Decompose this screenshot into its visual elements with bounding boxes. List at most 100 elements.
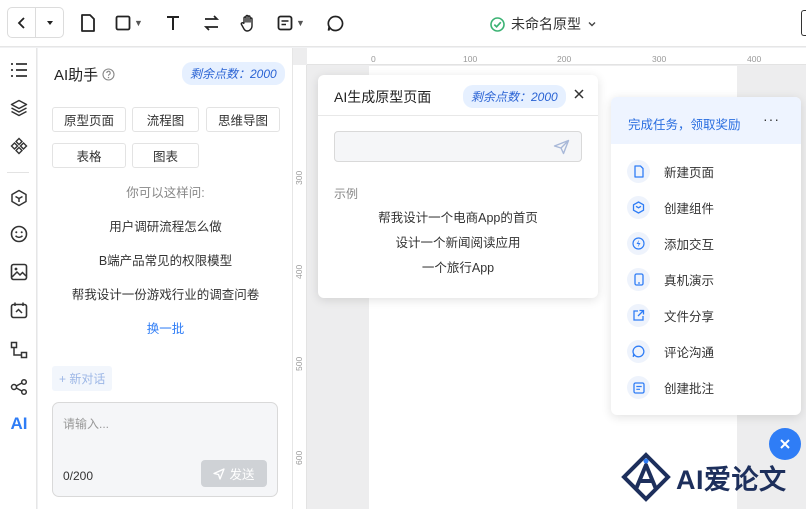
example-item[interactable]: 设计一个新闻阅读应用 [318, 232, 598, 251]
ai-panel-title-text: AI助手 [54, 67, 99, 84]
comment-tool-button[interactable] [327, 12, 344, 34]
document-title[interactable]: 未命名原型 [490, 14, 597, 34]
component-icon [10, 137, 28, 155]
example-item[interactable]: 一个旅行App [318, 257, 598, 276]
component-icon [627, 196, 650, 219]
mindmap-button[interactable] [9, 377, 29, 397]
ruler-top-label: 200 [557, 54, 572, 64]
page-icon [81, 14, 95, 32]
components-button[interactable] [9, 136, 29, 156]
chip-table[interactable]: 表格 [52, 143, 126, 168]
task-item-label: 新建页面 [664, 166, 715, 180]
comment-icon [627, 340, 650, 363]
ai-generate-popup: AI生成原型页面 剩余点数：2000 示例 帮我设计一个电商App的首页 设计一… [318, 75, 598, 298]
hand-tool-button[interactable] [240, 12, 257, 34]
note-tool-button[interactable]: ▼ [277, 12, 305, 34]
task-item-label: 创建批注 [664, 382, 715, 396]
chip-chart[interactable]: 图表 [132, 143, 199, 168]
send-icon[interactable] [553, 139, 570, 155]
task-item-new-page[interactable]: 新建页面 [627, 160, 714, 183]
left-icon-bar: AI [0, 48, 37, 509]
close-button[interactable] [573, 88, 585, 103]
divider [7, 172, 29, 173]
outline-button[interactable] [9, 60, 29, 80]
text-icon [167, 16, 179, 30]
example-item[interactable]: 帮我设计一个电商App的首页 [318, 207, 598, 226]
divider [318, 115, 598, 116]
emoji-button[interactable] [9, 224, 29, 244]
char-count: 0/200 [63, 469, 94, 483]
cube-icon [11, 189, 27, 207]
ruler-left: 300 400 500 600 [293, 65, 307, 509]
ai-assistant-panel: AI助手 剩余点数：2000 原型页面 流程图 思维导图 表格 图表 你可以这样… [38, 48, 293, 509]
help-icon[interactable] [102, 68, 115, 81]
layers-button[interactable] [9, 98, 29, 118]
task-item-label: 添加交互 [664, 238, 715, 252]
ai-icon: AI [10, 414, 28, 433]
more-options-button[interactable]: ··· [763, 111, 780, 127]
image-button[interactable] [9, 262, 29, 282]
phone-icon [627, 268, 650, 291]
flowchart-icon [10, 341, 28, 359]
task-item-file-share[interactable]: 文件分享 [627, 304, 714, 327]
logo-icon [621, 452, 671, 502]
prompt-input[interactable] [334, 131, 582, 162]
ai-assistant-button[interactable]: AI [9, 414, 29, 434]
chat-input[interactable]: 请输入... 0/200 发送 [52, 402, 278, 497]
task-item-comment[interactable]: 评论沟通 [627, 340, 714, 363]
send-button-label: 发送 [229, 468, 255, 482]
rectangle-icon [115, 15, 131, 31]
flowchart-button[interactable] [9, 340, 29, 360]
page-tool-button[interactable] [80, 12, 96, 34]
back-button-group [7, 7, 64, 38]
task-item-device-preview[interactable]: 真机演示 [627, 268, 714, 291]
chip-mindmap[interactable]: 思维导图 [206, 107, 280, 132]
share-icon [627, 304, 650, 327]
comment-icon [327, 15, 344, 31]
check-circle-icon [490, 16, 505, 32]
hint-text: 你可以这样问: [126, 186, 205, 200]
send-icon [213, 467, 226, 480]
suggestion-item[interactable]: 帮我设计一份游戏行业的调查问卷 [38, 284, 293, 303]
text-tool-button[interactable] [165, 12, 181, 34]
chat-input-placeholder: 请输入... [63, 417, 110, 431]
back-menu-button[interactable] [35, 8, 63, 37]
task-item-label: 评论沟通 [664, 346, 715, 360]
suggestion-item[interactable]: B端产品常见的权限模型 [38, 250, 293, 269]
note-icon [277, 15, 293, 31]
task-item-add-interaction[interactable]: 添加交互 [627, 232, 714, 255]
layers-icon [10, 99, 28, 117]
top-toolbar: ▼ ▼ 未命名原型 [0, 0, 806, 47]
chip-prototype-page[interactable]: 原型页面 [52, 107, 126, 132]
suggestion-item[interactable]: 用户调研流程怎么做 [38, 216, 293, 235]
task-reward-panel: 完成任务，领取奖励 ··· 新建页面 创建组件 添加交互 真机演示 文件分享 评… [611, 97, 801, 415]
task-item-annotation[interactable]: 创建批注 [627, 376, 714, 399]
task-item-label: 真机演示 [664, 274, 715, 288]
smiley-icon [10, 225, 28, 243]
chevron-down-icon: ▼ [134, 18, 143, 28]
note-icon [627, 376, 650, 399]
shape-tool-button[interactable]: ▼ [115, 12, 143, 34]
close-icon [574, 89, 584, 99]
back-button[interactable] [8, 8, 35, 37]
new-chat-button[interactable]: + 新对话 [52, 366, 113, 391]
ruler-top-label: 300 [652, 54, 667, 64]
task-item-create-component[interactable]: 创建组件 [627, 196, 714, 219]
image-icon [10, 263, 28, 281]
send-button[interactable]: 发送 [201, 460, 267, 487]
ruler-top-label: 100 [463, 54, 478, 64]
ruler-top: 0 100 200 300 400 [307, 48, 806, 65]
hand-icon [240, 14, 253, 32]
list-icon [11, 63, 27, 77]
connector-tool-button[interactable] [203, 12, 220, 34]
refresh-suggestions-link[interactable]: 换一批 [38, 318, 293, 337]
chip-flowchart[interactable]: 流程图 [132, 107, 199, 132]
icon-library-button[interactable] [9, 300, 29, 320]
ruler-top-label: 0 [371, 54, 376, 64]
window-edge-control[interactable] [801, 10, 806, 36]
icon-set-icon [10, 302, 28, 319]
ai-panel-title: AI助手 [54, 64, 115, 85]
ruler-left-label: 600 [294, 450, 304, 465]
library-button[interactable] [9, 188, 29, 208]
task-panel-header: 完成任务，领取奖励 ··· [611, 97, 801, 144]
